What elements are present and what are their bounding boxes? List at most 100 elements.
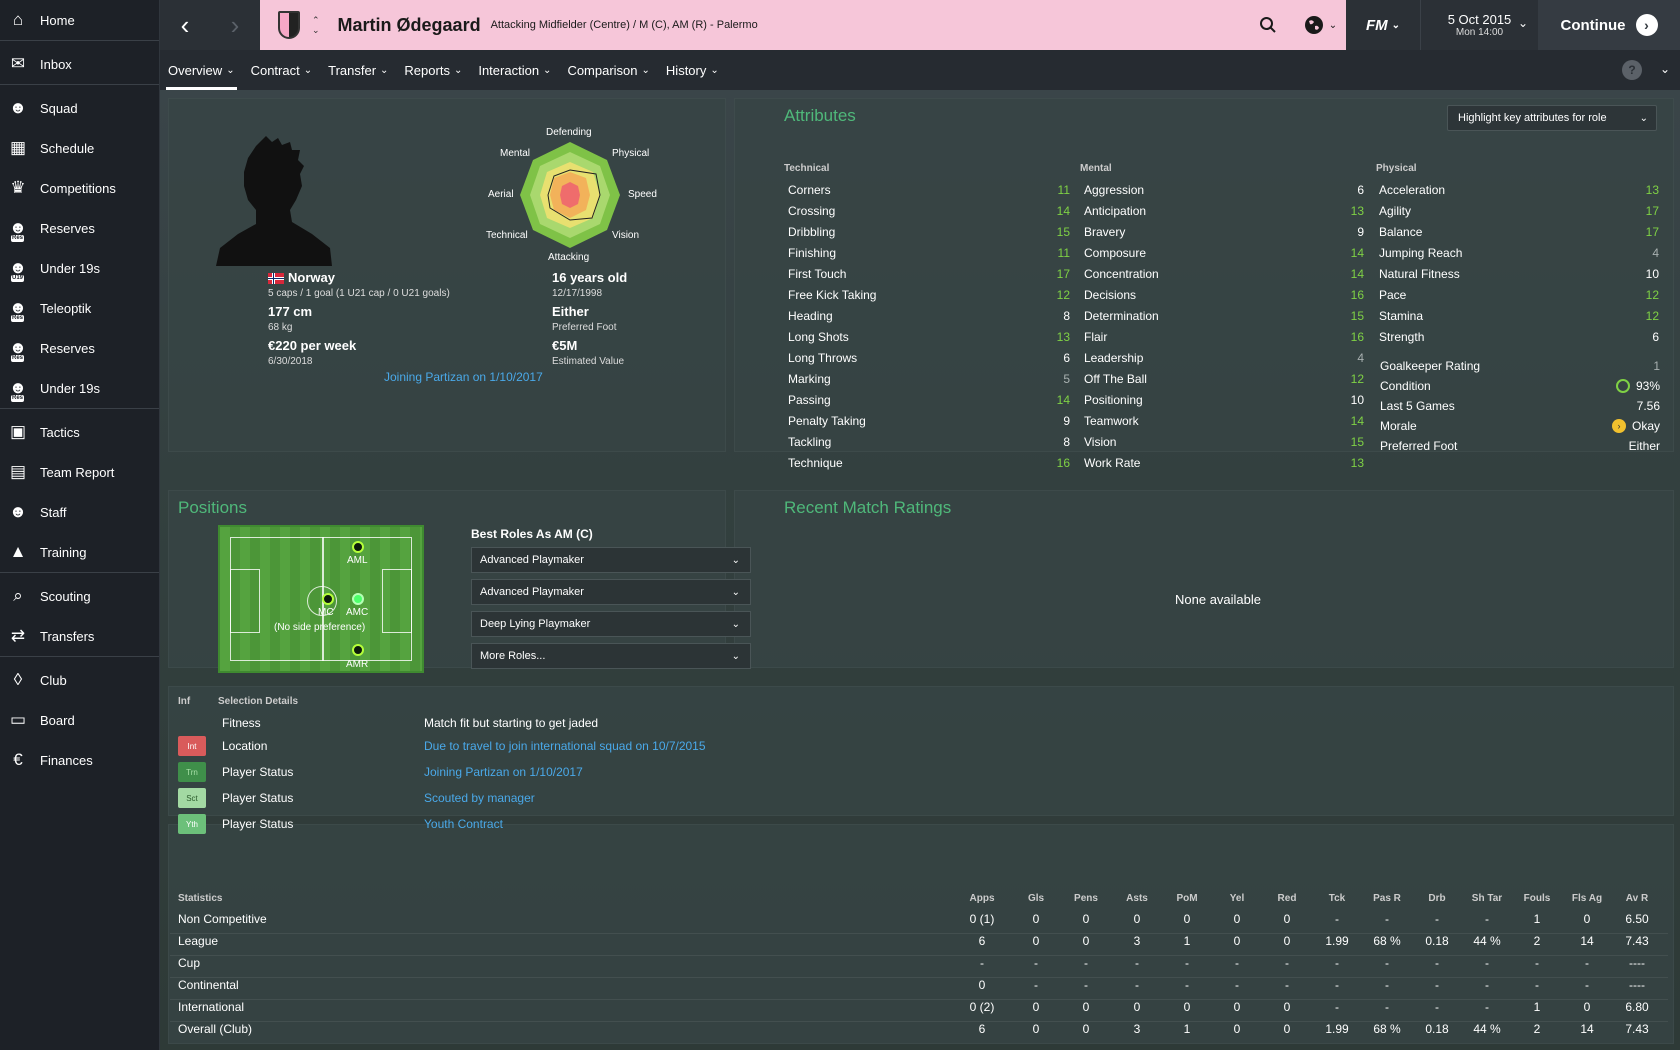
tab-label: Comparison [567, 62, 638, 78]
club-crest-icon[interactable] [278, 11, 300, 39]
chevron-left-icon: ‹ [180, 9, 190, 40]
sidebar-item-teleoptik[interactable]: ☻ Res Teleoptik [0, 288, 159, 328]
sidebar-item-tactics[interactable]: ▣ Tactics [0, 412, 159, 452]
chevron-down-icon: ⌄ [731, 618, 740, 630]
sidebar-item-label: Scouting [40, 588, 91, 604]
role-dropdown[interactable]: Deep Lying Playmaker ⌄ [471, 611, 751, 637]
sidebar-item-transfers[interactable]: ⇄ Transfers [0, 616, 159, 656]
highlight-attributes-dropdown[interactable]: Highlight key attributes for role ⌄ [1447, 105, 1657, 131]
reserves-icon: ☻ Res [9, 218, 27, 242]
fm-menu-button[interactable]: FM ⌄ [1346, 0, 1420, 50]
sidebar-item-scouting[interactable]: ⌕ Scouting [0, 576, 159, 616]
reserves-icon: ☻ Res [9, 338, 27, 362]
globe-icon[interactable]: ⌄ [1294, 14, 1346, 36]
current-time: Mon 14:00 [1455, 27, 1504, 38]
sidebar-item-label: Finances [40, 752, 93, 768]
euro-icon: € [13, 750, 23, 769]
sidebar-item-under-19s[interactable]: ☻ Res Under 19s [0, 368, 159, 408]
chevron-down-icon: ⌄ [543, 64, 552, 76]
sidebar-item-label: Staff [40, 504, 67, 520]
sidebar-item-reserves[interactable]: ☻ Res Reserves [0, 328, 159, 368]
sidebar-item-training[interactable]: ▲ Training [0, 532, 159, 572]
club-icon: ◊ [13, 670, 23, 689]
sidebar-divider [0, 40, 159, 41]
role-dropdown[interactable]: Advanced Playmaker ⌄ [471, 579, 751, 605]
chevron-down-icon: ⌄ [710, 64, 719, 76]
u19-icon: ☻ Res [9, 378, 27, 402]
chevron-down-icon: ⌄ [1639, 112, 1648, 124]
affiliate-icon: ☻ Res [9, 298, 27, 322]
sidebar-item-finances[interactable]: € Finances [0, 740, 159, 780]
report-icon: ▤ [9, 462, 27, 481]
home-icon: ⌂ [12, 10, 24, 29]
back-button[interactable]: ‹ [160, 0, 210, 50]
joining-link[interactable]: Joining Partizan on 1/10/2017 [384, 370, 543, 384]
sidebar-item-home[interactable]: ⌂ Home [0, 0, 159, 40]
player-switch-arrows[interactable]: ⌃ ⌄ [312, 15, 320, 35]
help-icon[interactable]: ? [1622, 60, 1642, 80]
chevron-down-icon: ⌄ [731, 554, 740, 566]
sidebar-item-label: Under 19s [40, 260, 100, 276]
selection-detail[interactable]: Scouted by manager [424, 786, 535, 810]
nav-buttons: ‹ › [160, 0, 260, 50]
forward-button[interactable]: › [210, 0, 260, 50]
selection-detail[interactable]: Youth Contract [424, 812, 503, 836]
tab-history[interactable]: History ⌄ [658, 50, 727, 90]
sidebar-item-label: Home [40, 12, 75, 28]
date-display[interactable]: 5 Oct 2015 Mon 14:00 ⌄ [1420, 0, 1538, 50]
continue-button[interactable]: Continue › [1538, 0, 1680, 50]
board-icon: ▭ [9, 710, 27, 729]
sidebar-item-label: Board [40, 712, 75, 728]
attributes-panel [734, 98, 1674, 452]
sidebar-item-board[interactable]: ▭ Board [0, 700, 159, 740]
search-icon[interactable] [1242, 16, 1294, 34]
player-title-bar: ⌃ ⌄ Martin Ødegaard Attacking Midfielder … [260, 0, 1346, 50]
sidebar-item-inbox[interactable]: ✉ Inbox [0, 44, 159, 84]
sidebar-item-reserves[interactable]: ☻ Res Reserves [0, 208, 159, 248]
transfer-icon: ⇄ [10, 626, 26, 645]
sidebar-item-label: Schedule [40, 140, 95, 156]
sidebar-item-label: Club [40, 672, 67, 688]
role-dropdown[interactable]: Advanced Playmaker ⌄ [471, 547, 751, 573]
selection-detail[interactable]: Due to travel to join international squa… [424, 734, 706, 758]
sidebar-item-under-19s[interactable]: ☻ U19 Under 19s [0, 248, 159, 288]
tab-interaction[interactable]: Interaction ⌄ [470, 50, 559, 90]
sidebar-divider [0, 84, 159, 85]
sidebar-item-club[interactable]: ◊ Club [0, 660, 159, 700]
sidebar-item-label: Squad [40, 100, 78, 116]
tab-overview[interactable]: Overview ⌄ [160, 50, 243, 90]
chevron-right-icon: › [230, 9, 240, 40]
tab-comparison[interactable]: Comparison ⌄ [559, 50, 657, 90]
chevron-down-icon: ⌄ [641, 64, 650, 76]
current-date: 5 Oct 2015 [1447, 12, 1512, 27]
tab-contract[interactable]: Contract ⌄ [243, 50, 321, 90]
sidebar-item-schedule[interactable]: ▦ Schedule [0, 128, 159, 168]
sidebar-item-staff[interactable]: ☻ Staff [0, 492, 159, 532]
search-icon: ⌕ [13, 586, 23, 605]
trophy-icon: ♛ [10, 178, 26, 197]
sidebar-divider [0, 656, 159, 657]
staff-icon: ☻ [9, 502, 27, 521]
arrow-right-icon: › [1635, 14, 1658, 36]
sidebar-item-squad[interactable]: ☻ Squad [0, 88, 159, 128]
tab-transfer[interactable]: Transfer ⌄ [320, 50, 396, 90]
statistics-panel [168, 824, 1674, 1044]
player-name: Martin Ødegaard [337, 14, 481, 35]
tab-reports[interactable]: Reports ⌄ [396, 50, 470, 90]
chevron-down-icon: ⌄ [453, 64, 463, 76]
sidebar-item-label: Training [40, 544, 87, 560]
role-dropdown[interactable]: More Roles... ⌄ [471, 643, 751, 669]
chevron-down-icon: ⌄ [1517, 16, 1528, 30]
role-label: Advanced Playmaker [480, 554, 584, 566]
selection-detail[interactable]: Joining Partizan on 1/10/2017 [424, 760, 583, 784]
chevron-down-icon[interactable]: ⌄ [1660, 62, 1670, 76]
sidebar-item-label: Inbox [40, 56, 72, 72]
sidebar: ⌂ Home ✉ Inbox ☻ Squad ▦ Schedule ♛ Competitions ☻… [0, 0, 160, 1050]
chevron-down-icon: ⌄ [303, 64, 313, 76]
u19-icon: ☻ U19 [9, 258, 27, 282]
sidebar-item-competitions[interactable]: ♛ Competitions [0, 168, 159, 208]
sidebar-item-team-report[interactable]: ▤ Team Report [0, 452, 159, 492]
role-label: Deep Lying Playmaker [480, 618, 591, 630]
sidebar-item-label: Competitions [40, 180, 116, 196]
main-content [160, 90, 1680, 1050]
